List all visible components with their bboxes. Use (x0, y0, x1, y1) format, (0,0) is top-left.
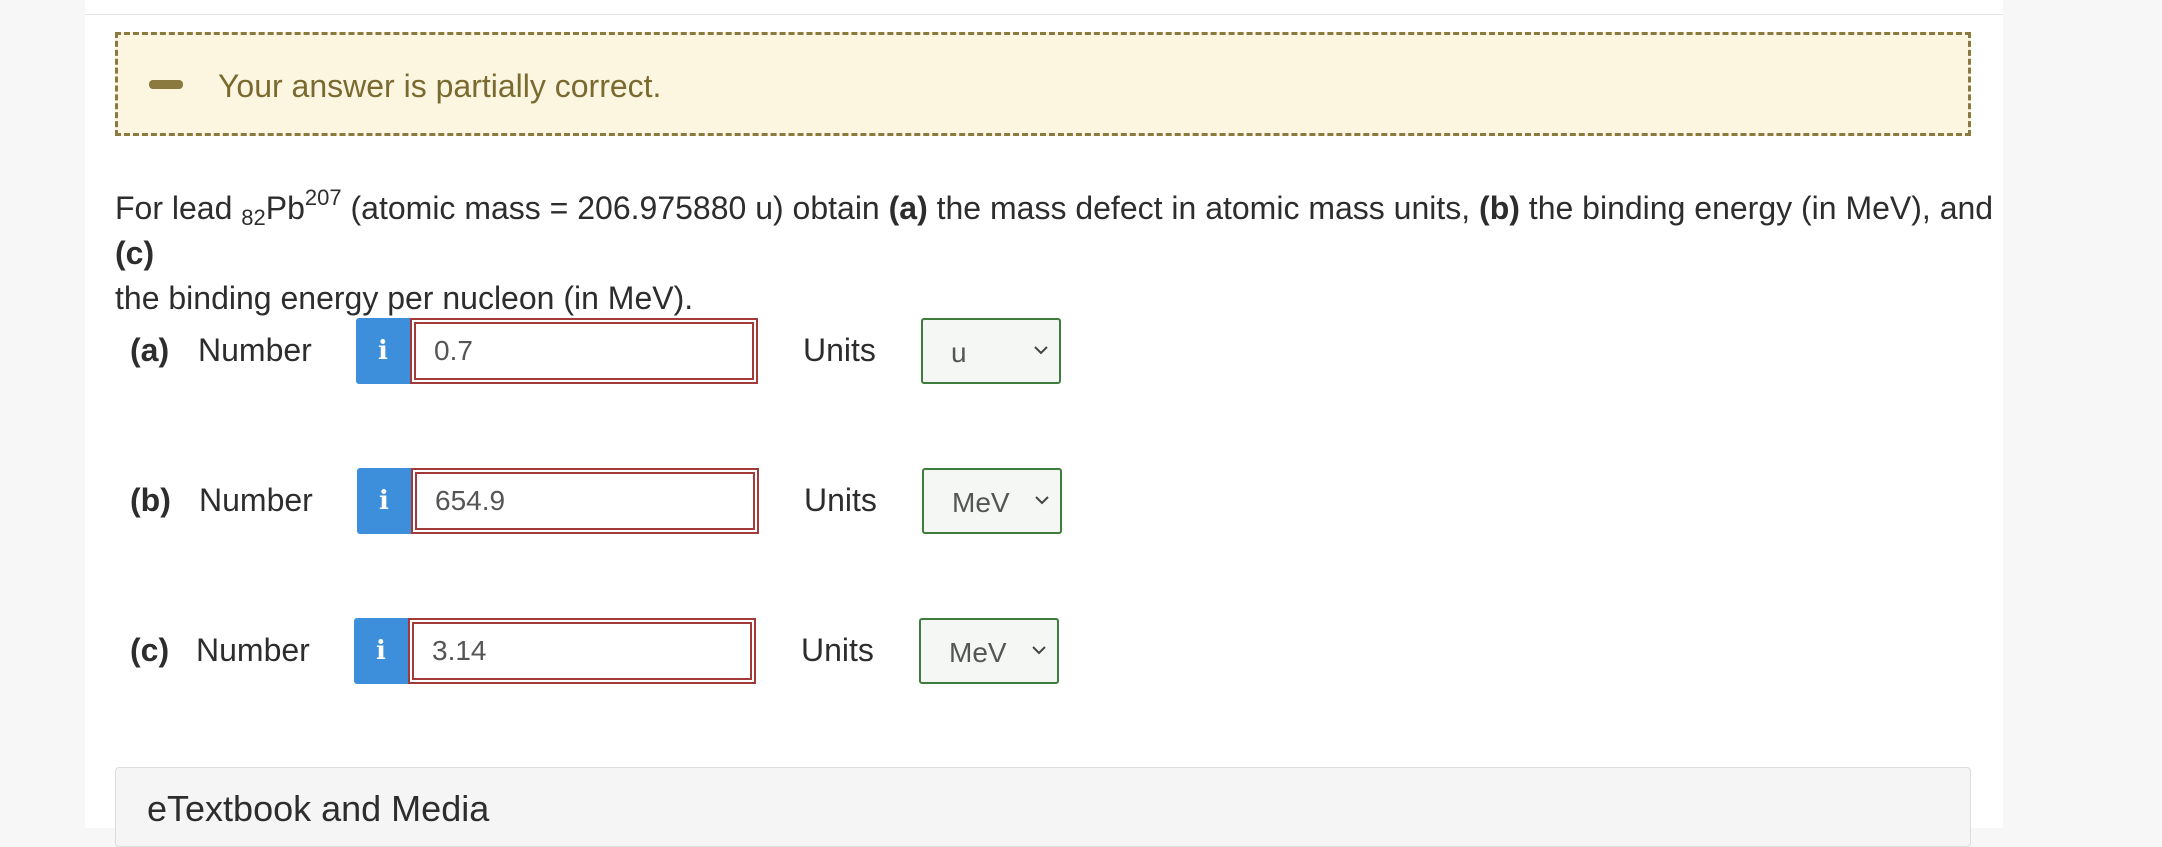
units-label: Units (803, 332, 876, 368)
chevron-down-icon (1035, 496, 1049, 505)
info-icon[interactable]: i (354, 618, 408, 684)
chevron-down-icon (1032, 646, 1046, 655)
atomic-number: 82 (241, 205, 266, 230)
question-text-part: For lead (115, 190, 242, 226)
question-page: Your answer is partially correct. For le… (85, 0, 2003, 847)
answer-row-c: (c) Number i Units MeV (85, 618, 1285, 684)
question-text-part: (atomic mass = 206.975880 u) obtain (341, 190, 889, 226)
answer-row-a: (a) Number i Units u (85, 318, 1285, 384)
answer-input-b[interactable] (411, 468, 759, 534)
part-label: (b) (130, 482, 171, 518)
etextbook-media-panel[interactable]: eTextbook and Media (115, 767, 1971, 847)
question-text: For lead 82Pb207 (atomic mass = 206.9758… (115, 186, 1995, 321)
units-select-value: MeV (949, 637, 1007, 668)
feedback-message: Your answer is partially correct. (218, 68, 662, 104)
mass-number: 207 (304, 185, 342, 210)
answer-row-b: (b) Number i Units MeV (85, 468, 1285, 534)
units-select-value: u (951, 337, 967, 368)
element-symbol: Pb (265, 190, 305, 226)
units-select-c[interactable]: MeV (919, 618, 1059, 684)
units-label: Units (804, 482, 877, 518)
info-icon[interactable]: i (356, 318, 410, 384)
feedback-banner: Your answer is partially correct. (115, 32, 1971, 136)
units-label: Units (801, 632, 874, 668)
number-label: Number (198, 332, 312, 368)
number-label: Number (199, 482, 313, 518)
question-text-part: the binding energy (in MeV), and (1519, 190, 1994, 226)
units-select-b[interactable]: MeV (922, 468, 1062, 534)
answer-input-c[interactable] (408, 618, 756, 684)
number-label: Number (196, 632, 310, 668)
info-icon[interactable]: i (357, 468, 411, 534)
answer-input-a[interactable] (410, 318, 758, 384)
part-label: (c) (130, 632, 170, 668)
question-text-part: the binding energy per nucleon (in MeV). (115, 280, 694, 316)
question-text-part: the mass defect in atomic mass units, (927, 190, 1480, 226)
part-b-marker: (b) (1479, 190, 1520, 226)
part-c-marker: (c) (115, 235, 155, 271)
minus-icon (149, 80, 183, 89)
units-select-a[interactable]: u (921, 318, 1061, 384)
part-label: (a) (130, 332, 170, 368)
etextbook-media-title: eTextbook and Media (147, 788, 490, 829)
units-select-value: MeV (952, 487, 1010, 518)
chevron-down-icon (1034, 346, 1048, 355)
divider (85, 14, 2003, 15)
part-a-marker: (a) (888, 190, 928, 226)
